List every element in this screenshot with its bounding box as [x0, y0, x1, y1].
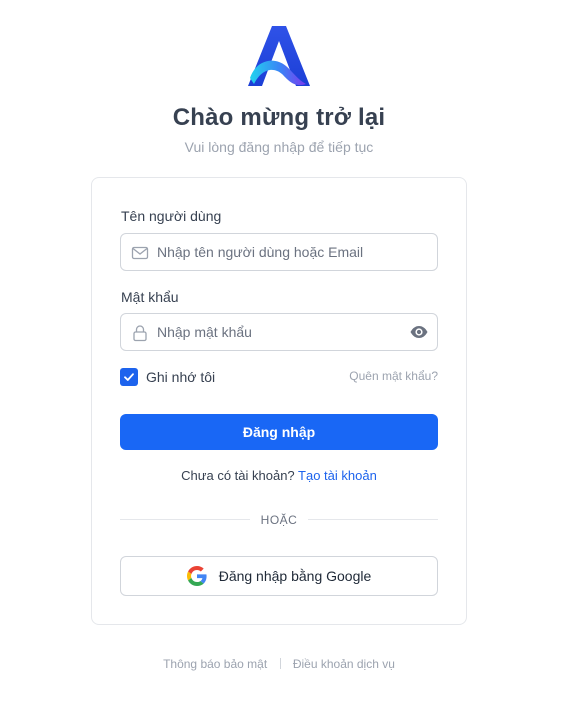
login-card: Tên người dùng Mật khẩu	[91, 177, 467, 625]
footer-separator	[279, 658, 281, 669]
google-icon	[186, 566, 207, 586]
remember-me[interactable]: Ghi nhớ tôi	[120, 367, 215, 387]
or-divider-label: HOẶC	[260, 513, 298, 527]
footer: Thông báo bảo mật Điều khoản dịch vụ	[0, 657, 558, 671]
divider-right	[308, 519, 438, 520]
create-account-link[interactable]: Tạo tài khoản	[298, 468, 377, 483]
password-input[interactable]	[157, 314, 397, 350]
username-input[interactable]	[157, 234, 397, 270]
google-signin-button[interactable]: Đăng nhập bằng Google	[120, 556, 438, 596]
password-label: Mật khẩu	[121, 289, 179, 305]
signup-row: Chưa có tài khoản? Tạo tài khoản	[92, 468, 466, 483]
page-title: Chào mừng trở lại	[172, 104, 386, 131]
username-field[interactable]	[120, 233, 438, 271]
privacy-link[interactable]: Thông báo bảo mật	[163, 657, 267, 671]
signup-prompt: Chưa có tài khoản?	[181, 468, 295, 483]
terms-link[interactable]: Điều khoản dịch vụ	[293, 657, 395, 671]
password-field[interactable]	[120, 313, 438, 351]
login-page: Chào mừng trở lại Vui lòng đăng nhập để …	[0, 0, 568, 702]
login-button[interactable]: Đăng nhập	[120, 414, 438, 450]
page-subtitle: Vui lòng đăng nhập để tiếp tục	[184, 139, 374, 155]
brand-logo-icon	[248, 26, 310, 86]
remember-label: Ghi nhớ tôi	[146, 369, 216, 385]
mail-icon	[131, 246, 149, 260]
check-icon	[124, 373, 134, 381]
username-label: Tên người dùng	[121, 208, 222, 224]
remember-checkbox[interactable]	[120, 368, 138, 386]
eye-icon[interactable]	[409, 322, 429, 342]
google-signin-label: Đăng nhập bằng Google	[218, 568, 372, 584]
forgot-password-link[interactable]: Quên mật khẩu?	[349, 369, 438, 383]
lock-icon	[133, 325, 147, 342]
